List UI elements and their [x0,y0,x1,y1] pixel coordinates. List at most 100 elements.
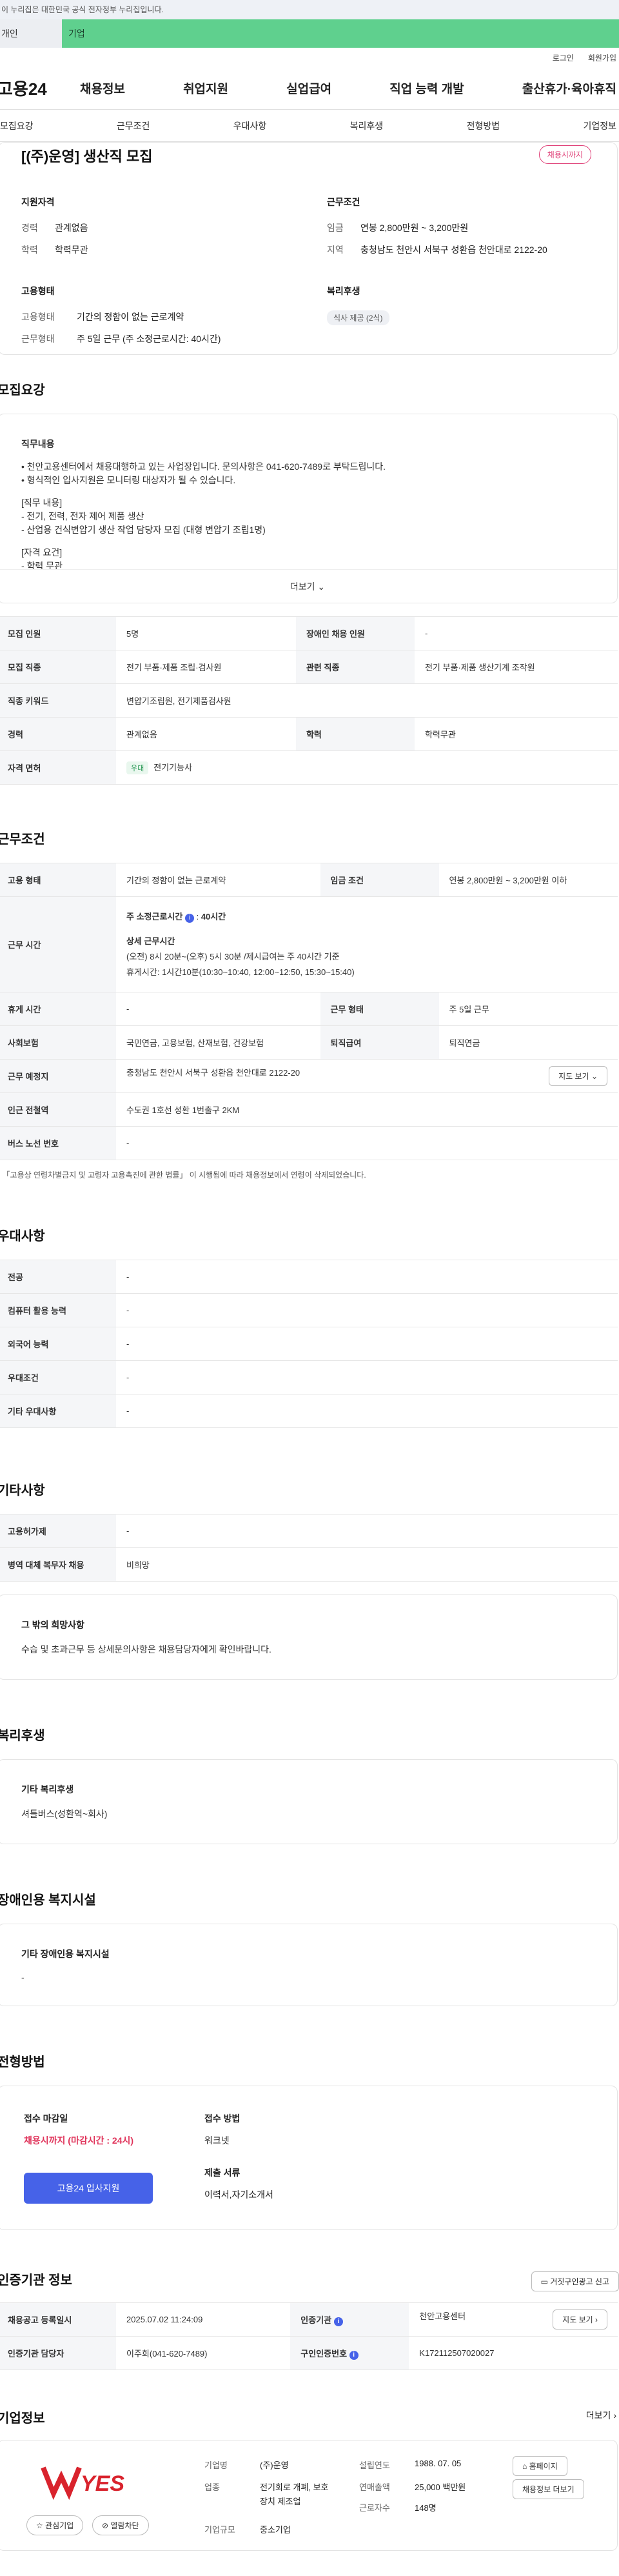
more-button[interactable]: 더보기 ⌄ [0,569,617,603]
table-cell: 국민연금, 고용보험, 산재보험, 건강보험 [126,1038,264,1048]
subnav-process[interactable]: 전형방법 [467,119,500,132]
work-title: 근무조건 [327,197,360,207]
deadline-badge: 채용시까지 [538,145,591,164]
info-icon[interactable]: i [333,2317,343,2326]
table-header: 자격 면허 [0,750,116,785]
table-cell: - [126,1305,130,1315]
company-more-link[interactable]: 더보기 › [586,2409,616,2422]
table-cell: 충청남도 천안시 서북구 성환읍 천안대로 2122-20 지도 보기 ⌄ [116,1060,618,1093]
gnb-item-jobs[interactable]: 채용정보 [80,79,125,97]
global-nav: 고용24 채용정보 취업지원 실업급여 직업 능력 개발 출산휴가·육아휴직 [0,67,619,110]
table-cell: K172112507020027 [419,2348,495,2358]
summary-row: 고용형태 기간의 정함이 없는 근로계약 [21,310,288,323]
company-name-label: 기업명 [204,2460,228,2470]
chevron-down-icon: ⌄ [317,581,326,592]
table-header: 외국어 능력 [0,1327,116,1361]
table-cell: 비희망 [126,1560,150,1570]
table-header: 관련 직종 [295,650,415,684]
favorite-company-button[interactable]: ☆ 관심기업 [26,2515,84,2535]
section-title-process: 전형방법 [0,2055,45,2069]
table-header: 근무 예정지 [0,1059,116,1093]
desc-line: [자격 요건] [21,547,63,558]
table-header: 근무 형태 [320,992,439,1026]
gnb-item-leave[interactable]: 출산휴가·육아휴직 [522,79,616,97]
report-button[interactable]: ▭ 거짓구인광고 신고 [531,2271,619,2291]
label: 고용형태 [21,312,55,322]
table-cell: 전기 부품·제품 조립·검사원 [126,663,222,672]
table-header: 고용허가제 [0,1514,116,1548]
desc-line: - 전기, 전력, 전자 제어 제품 생산 [21,511,144,521]
map-button[interactable]: 지도 보기 ⌄ [549,1066,607,1086]
table-row: 인근 전철역 수도권 1호선 성환 1번출구 2KM [0,1092,618,1127]
table-cell: - [126,1339,130,1349]
table-row: 기타 우대사항 - [0,1394,618,1428]
table-row: 인증기관 담당자 이주희(041-620-7489) 구인인증번호 i K1721… [0,2336,618,2370]
table-header: 근무 시간 [0,896,116,992]
value: 주 5일 근무 (주 소정근로시간: 40시간) [77,334,221,344]
license-value: 전기기능사 [153,763,193,772]
value: 충청남도 천안시 서북구 성환읍 천안대로 2122-20 [360,245,547,255]
disabled-facility-card: 기타 장애인용 복지시설 - [0,1924,618,2006]
value: 기간의 정함이 없는 근로계약 [77,312,184,322]
user-type-tabs: 개인 기업 [0,19,619,48]
desc-line: [직무 내용] [21,498,63,508]
table-header: 모집 인원 [0,616,116,650]
info-icon[interactable]: i [184,913,194,923]
summary-row: 지역 충청남도 천안시 서북구 성환읍 천안대로 2122-20 [327,243,594,256]
table-cell: 전기 부품·제품 생산기계 조작원 [424,663,535,672]
table-row: 근무 예정지 충청남도 천안시 서북구 성환읍 천안대로 2122-20 지도 … [0,1059,618,1093]
subnav-company[interactable]: 기업정보 [583,119,616,132]
more-label: 더보기 [290,581,315,592]
table-row: 컴퓨터 활용 능력 - [0,1293,618,1327]
table-row: 모집 인원 5명 장애인 채용 인원 - [0,616,618,650]
table-cell: - [126,1004,130,1014]
apply-left: 접수 마감일 채용시까지 (마감시간 : 24시) 고용24 입사지원 [24,2112,204,2204]
cert-header: 인증기관 정보 ▭ 거짓구인광고 신고 [0,2269,619,2292]
table-cell: 주 5일 근무 [449,1005,489,1014]
gnb-item-training[interactable]: 직업 능력 개발 [389,79,464,97]
industry-value: 전기회로 개폐, 보호장치 제조업 [260,2482,329,2506]
welfare-chip: 식사 제공 (2식) [327,310,389,325]
home-icon: ⌂ [522,2462,527,2471]
homepage-button[interactable]: ⌂ 홈페이지 [513,2456,567,2476]
summary-row: 근무형태 주 5일 근무 (주 소정근로시간: 40시간) [21,332,288,345]
gnb-item-unemployment-benefit[interactable]: 실업급여 [286,79,331,97]
apply-button[interactable]: 고용24 입사지원 [24,2173,153,2204]
info-icon[interactable]: i [349,2350,359,2360]
site-logo[interactable]: 고용24 [0,76,80,100]
favorite-label: 관심기업 [45,2521,74,2530]
table-cell: 기간의 정함이 없는 근로계약 [126,876,226,885]
company-more-label: 더보기 [585,2410,611,2420]
login-link[interactable]: 로그인 [553,52,574,63]
table-row: 버스 노선 번호 - [0,1126,618,1160]
subnav-preference[interactable]: 우대사항 [233,119,267,132]
table-row: 경력 관계없음 학력 학력무관 [0,717,618,751]
gov-banner: 이 누리집은 대한민국 공식 전자정부 누리집입니다. [0,0,619,19]
table-header: 장애인 채용 인원 [295,616,415,650]
subnav-recruit[interactable]: 모집요강 [0,119,34,132]
more-jobs-button[interactable]: 채용정보 더보기 [513,2479,584,2499]
star-icon: ☆ [36,2521,43,2530]
summary-qualification: 지원자격 경력 관계없음 학력 학력무관 [21,196,288,265]
subnav-conditions[interactable]: 근무조건 [117,119,150,132]
gnb-item-employment-support[interactable]: 취업지원 [183,79,228,97]
join-link[interactable]: 회원가입 [588,52,616,63]
desc-line: - 산업용 건식변압기 생산 작업 담당자 모집 (대형 변압기 조립1명) [21,525,266,535]
tab-personal[interactable]: 개인 [0,19,62,48]
section-title-recruit: 모집요강 [0,383,45,397]
subnav-welfare[interactable]: 복리후생 [350,119,384,132]
table-row: 근무 시간 주 소정근로시간 i : 40시간 상세 근무시간 (오전) 8시 … [0,896,618,992]
cert-map-button[interactable]: 지도 보기 › [553,2309,607,2329]
method-title: 접수 방법 [204,2113,241,2124]
tab-corporate[interactable]: 기업 [62,19,619,48]
block-view-button[interactable]: ⊘ 열람차단 [92,2515,149,2535]
preferred-badge: 우대 [126,761,149,774]
job-summary-card: [(주)운영] 생산직 모집 채용시까지 지원자격 경력 관계없음 학력 학력무관 … [0,142,618,355]
label: 임금 [327,223,344,233]
other-wishes-title: 그 밖의 희망사항 [21,1620,84,1630]
welfare-card-title: 기타 복리후생 [21,1784,74,1795]
table-header: 기타 우대사항 [0,1394,116,1428]
table-header: 채용공고 등록일시 [0,2302,116,2337]
job-description-card: 직무내용 • 천안고용센터에서 채용대행하고 있는 사업장입니다. 문의사항은 … [0,414,618,603]
table-cell: 학력무관 [424,730,456,740]
